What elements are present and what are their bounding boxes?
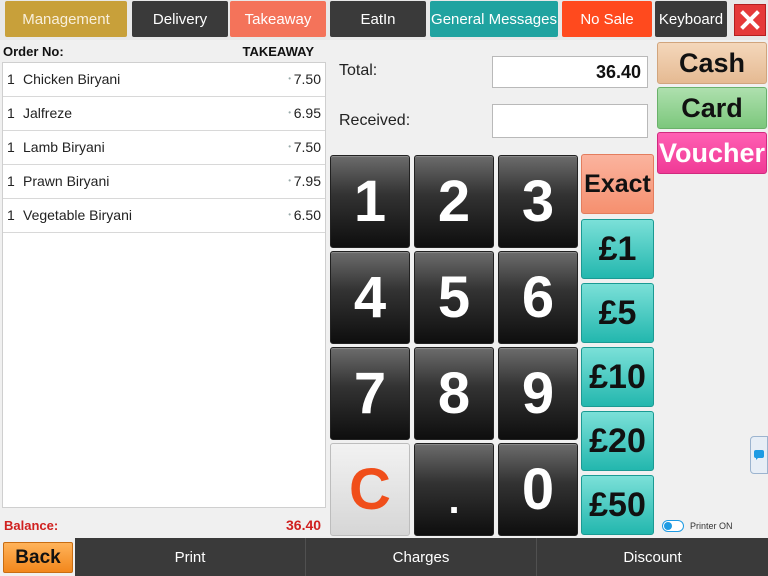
key-3[interactable]: 3: [498, 155, 578, 248]
top-bar: Management Delivery Takeaway EatIn Gener…: [0, 0, 768, 40]
item-qty: 1: [7, 105, 15, 121]
amount-5-button[interactable]: £5: [581, 283, 654, 343]
key-8[interactable]: 8: [414, 347, 494, 440]
total-field: 36.40: [492, 56, 648, 88]
key-5[interactable]: 5: [414, 251, 494, 344]
balance-label: Balance:: [4, 518, 59, 533]
tab-eatin[interactable]: EatIn: [330, 1, 426, 37]
key-4[interactable]: 4: [330, 251, 410, 344]
chat-icon: [754, 450, 764, 460]
item-qty: 1: [7, 207, 15, 223]
received-label: Received:: [339, 112, 411, 129]
printer-label: Printer ON: [690, 521, 733, 531]
list-item[interactable]: 1 Prawn Biryani • 7.95: [3, 165, 325, 199]
item-qty: 1: [7, 139, 15, 155]
cash-button[interactable]: Cash: [657, 42, 767, 84]
bottom-bar: Print Charges Discount: [75, 538, 768, 576]
item-qty: 1: [7, 173, 15, 189]
item-qty: 1: [7, 71, 15, 87]
key-6[interactable]: 6: [498, 251, 578, 344]
back-button[interactable]: Back: [3, 542, 73, 573]
list-item[interactable]: 1 Chicken Biryani • 7.50: [3, 63, 325, 97]
voucher-button[interactable]: Voucher: [657, 132, 767, 174]
toggle-switch[interactable]: [662, 520, 684, 532]
item-name: Vegetable Biryani: [23, 207, 132, 223]
amount-20-button[interactable]: £20: [581, 411, 654, 471]
item-price: 6.50: [293, 207, 321, 223]
list-item[interactable]: 1 Lamb Biryani • 7.50: [3, 131, 325, 165]
charges-button[interactable]: Charges: [306, 538, 537, 576]
item-marker: •: [288, 142, 291, 151]
tab-management[interactable]: Management: [5, 1, 127, 37]
list-item[interactable]: 1 Vegetable Biryani • 6.50: [3, 199, 325, 233]
printer-toggle[interactable]: Printer ON: [662, 520, 733, 532]
item-marker: •: [288, 176, 291, 185]
tab-general-messages[interactable]: General Messages: [430, 1, 558, 37]
close-button[interactable]: [734, 4, 766, 36]
item-price: 7.50: [293, 139, 321, 155]
key-clear[interactable]: C: [330, 443, 410, 536]
order-number-label: Order No:: [3, 44, 64, 59]
amount-10-button[interactable]: £10: [581, 347, 654, 407]
item-price: 7.50: [293, 71, 321, 87]
key-2[interactable]: 2: [414, 155, 494, 248]
tab-takeaway[interactable]: Takeaway: [230, 1, 326, 37]
item-name: Prawn Biryani: [23, 173, 110, 189]
list-item[interactable]: 1 Jalfreze • 6.95: [3, 97, 325, 131]
item-name: Chicken Biryani: [23, 71, 121, 87]
exact-amount-button[interactable]: Exact: [581, 154, 654, 214]
item-name: Lamb Biryani: [23, 139, 105, 155]
close-icon: [740, 10, 760, 30]
key-9[interactable]: 9: [498, 347, 578, 440]
item-price: 7.95: [293, 173, 321, 189]
print-button[interactable]: Print: [75, 538, 306, 576]
amount-1-button[interactable]: £1: [581, 219, 654, 279]
received-field[interactable]: [492, 104, 648, 138]
discount-button[interactable]: Discount: [537, 538, 768, 576]
balance-value: 36.40: [286, 517, 322, 533]
key-0[interactable]: 0: [498, 443, 578, 536]
keyboard-button[interactable]: Keyboard: [655, 1, 727, 37]
item-name: Jalfreze: [23, 105, 73, 121]
item-marker: •: [288, 74, 291, 83]
total-label: Total:: [339, 62, 378, 79]
key-1[interactable]: 1: [330, 155, 410, 248]
order-header: Order No: TAKEAWAY: [2, 42, 326, 62]
card-button[interactable]: Card: [657, 87, 767, 129]
amount-50-button[interactable]: £50: [581, 475, 654, 535]
chat-widget[interactable]: [750, 436, 768, 474]
key-7[interactable]: 7: [330, 347, 410, 440]
order-type: TAKEAWAY: [242, 44, 314, 59]
item-price: 6.95: [293, 105, 321, 121]
pos-app: Management Delivery Takeaway EatIn Gener…: [0, 0, 768, 576]
item-marker: •: [288, 210, 291, 219]
key-decimal[interactable]: .: [414, 443, 494, 536]
no-sale-button[interactable]: No Sale: [562, 1, 652, 37]
item-marker: •: [288, 108, 291, 117]
order-list[interactable]: 1 Chicken Biryani • 7.50 1 Jalfreze • 6.…: [2, 62, 326, 508]
tab-delivery[interactable]: Delivery: [132, 1, 228, 37]
